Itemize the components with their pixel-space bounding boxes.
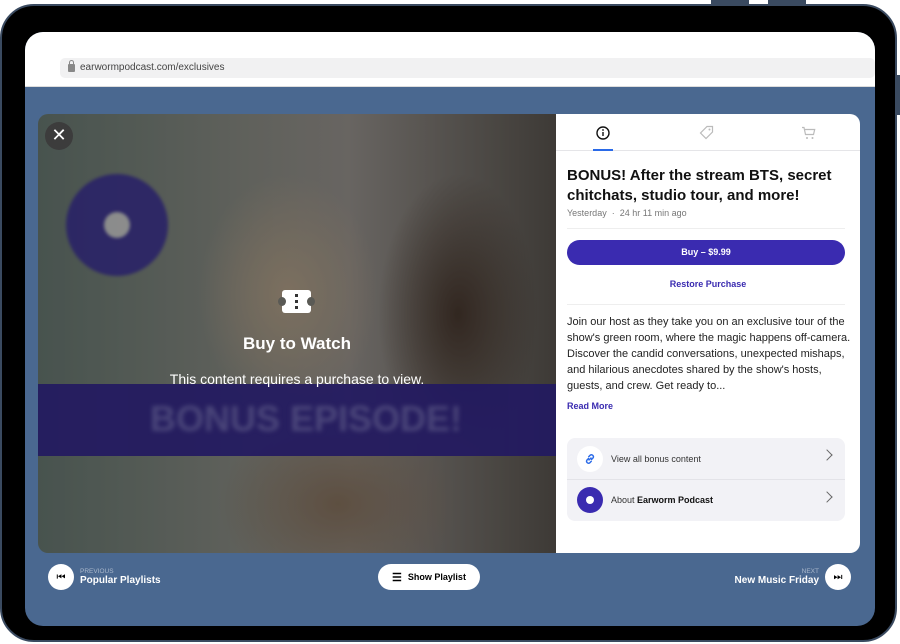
episode-title: BONUS! After the stream BTS, secret chit… — [567, 167, 832, 204]
chevron-right-icon — [821, 491, 833, 503]
hardware-button — [711, 0, 749, 4]
links-card: View all bonus content About Earworm Pod… — [567, 438, 845, 521]
episode-meta: Yesterday · 24 hr 11 min ago — [567, 208, 687, 218]
cart-icon — [801, 126, 815, 139]
screen: earwormpodcast.com/exclusives BONUS EPIS… — [25, 32, 875, 626]
link-icon — [577, 445, 603, 472]
tag-icon — [699, 125, 713, 140]
browser-bar: earwormpodcast.com/exclusives — [25, 32, 875, 87]
overlay-title: Buy to Watch — [243, 334, 351, 353]
lock-icon — [68, 60, 75, 72]
view-bonus-content-row[interactable]: View all bonus content — [567, 438, 845, 479]
read-more-link[interactable]: Read More — [567, 401, 613, 411]
video-player[interactable]: BONUS EPISODE! ✕ Buy to Watch This conte… — [38, 114, 556, 553]
time-ago: 24 hr 11 min ago — [619, 208, 687, 218]
divider — [567, 228, 845, 229]
restore-purchase-link[interactable]: Restore Purchase — [556, 279, 860, 289]
previous-label: PREVIOUS — [80, 568, 114, 575]
separator: · — [611, 208, 615, 218]
show-playlist-button[interactable]: ☰ Show Playlist — [378, 564, 480, 590]
row-label-prefix: About — [611, 495, 638, 505]
episode-description: Join our host as they take you on an exc… — [567, 316, 851, 392]
show-playlist-label: Show Playlist — [407, 572, 466, 582]
overlay-message: This content requires a purchase to view… — [169, 371, 425, 387]
tablet-frame: earwormpodcast.com/exclusives BONUS EPIS… — [0, 4, 897, 642]
details-panel: BONUS! After the stream BTS, secret chit… — [556, 114, 860, 553]
tab-cart[interactable] — [788, 114, 828, 151]
podcast-name: Earworm Podcast — [637, 495, 714, 505]
url-bar[interactable]: earwormpodcast.com/exclusives — [60, 58, 875, 78]
skip-next-icon: ⏭ — [825, 564, 851, 590]
date: Yesterday — [567, 208, 607, 218]
about-podcast-row[interactable]: About Earworm Podcast — [567, 479, 845, 520]
podcast-logo — [577, 487, 603, 513]
info-icon — [596, 125, 610, 140]
next-label: NEXT — [801, 568, 819, 575]
previous-button[interactable]: ⏮ PREVIOUS Popular Playlists — [48, 564, 161, 590]
next-button[interactable]: NEXT New Music Friday ⏭ — [735, 564, 851, 590]
url-text: earwormpodcast.com/exclusives — [80, 62, 225, 73]
hardware-button — [896, 75, 900, 115]
chevron-right-icon — [821, 449, 833, 461]
ticket-icon — [278, 290, 315, 313]
hardware-button — [768, 0, 806, 4]
row-label: View all bonus content — [611, 453, 701, 464]
buy-button[interactable]: Buy – $9.99 — [567, 240, 845, 265]
previous-title: Popular Playlists — [80, 575, 161, 586]
tab-bar — [556, 114, 860, 151]
close-button[interactable]: ✕ — [45, 122, 73, 150]
next-title: New Music Friday — [734, 575, 819, 586]
skip-previous-icon: ⏮ — [48, 564, 74, 590]
tab-info[interactable] — [583, 114, 623, 151]
divider — [567, 304, 845, 305]
playlist-icon: ☰ — [392, 571, 402, 584]
tab-tags[interactable] — [686, 114, 726, 151]
